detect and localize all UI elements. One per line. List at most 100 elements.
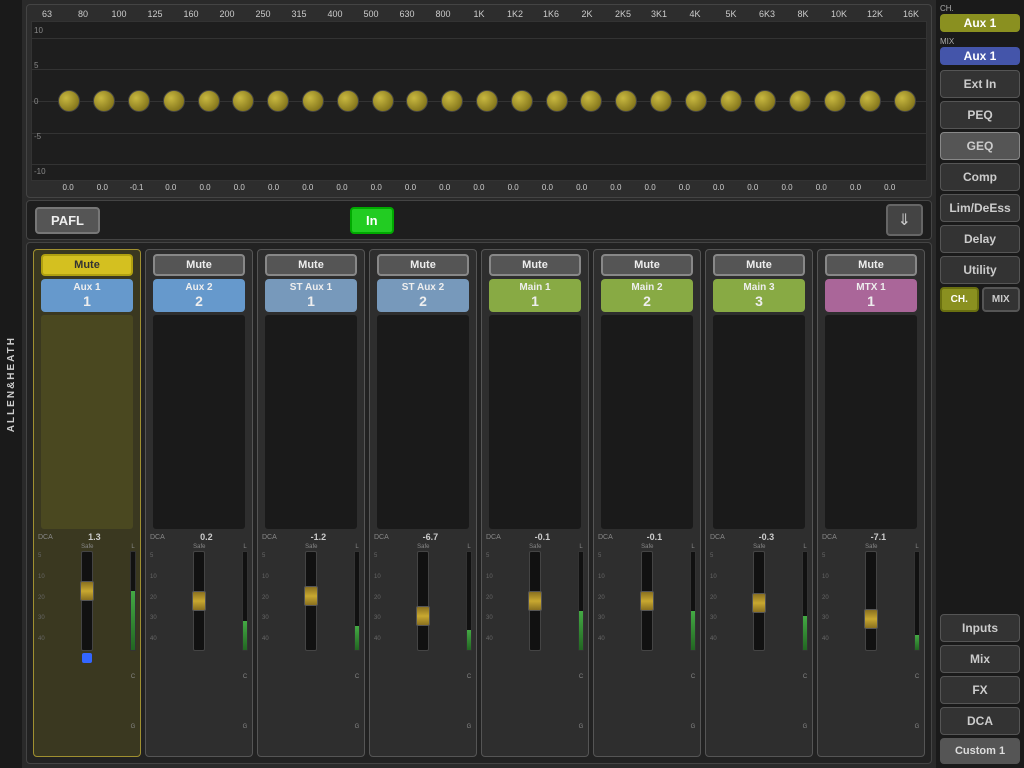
eq-knob-250[interactable] xyxy=(267,90,289,112)
fader-track-aux2[interactable] xyxy=(193,551,205,651)
fader-handle-staux2[interactable] xyxy=(416,606,430,626)
eq-knob-63[interactable] xyxy=(58,90,80,112)
eq-band-3K1[interactable] xyxy=(650,22,672,180)
delay-button[interactable]: Delay xyxy=(940,225,1020,253)
eq-knob-1K[interactable] xyxy=(476,90,498,112)
lim-deess-button[interactable]: Lim/DeEss xyxy=(940,194,1020,222)
fader-section-aux1: DCA1.3510203040SafeLCG xyxy=(36,532,138,752)
eq-band-315[interactable] xyxy=(302,22,324,180)
eq-knob-100[interactable] xyxy=(128,90,150,112)
eq-band-63[interactable] xyxy=(58,22,80,180)
mix-ch-button[interactable]: MIX xyxy=(982,287,1021,312)
mute-button-mtx1[interactable]: Mute xyxy=(825,254,917,276)
fader-track-main2[interactable] xyxy=(641,551,653,651)
eq-knob-630[interactable] xyxy=(406,90,428,112)
eq-knob-125[interactable] xyxy=(163,90,185,112)
eq-knob-2K5[interactable] xyxy=(615,90,637,112)
fader-track-aux1[interactable] xyxy=(81,551,93,651)
inputs-button[interactable]: Inputs xyxy=(940,614,1020,642)
eq-band-2K5[interactable] xyxy=(615,22,637,180)
eq-band-160[interactable] xyxy=(198,22,220,180)
eq-knob-12K[interactable] xyxy=(859,90,881,112)
geq-button[interactable]: GEQ xyxy=(940,132,1020,160)
eq-knob-500[interactable] xyxy=(372,90,394,112)
eq-knob-10K[interactable] xyxy=(824,90,846,112)
ch-badge-value[interactable]: Aux 1 xyxy=(940,14,1020,32)
mute-button-main3[interactable]: Mute xyxy=(713,254,805,276)
fader-track-staux2[interactable] xyxy=(417,551,429,651)
eq-knob-1K2[interactable] xyxy=(511,90,533,112)
eq-band-1K[interactable] xyxy=(476,22,498,180)
fader-handle-main1[interactable] xyxy=(528,591,542,611)
eq-band-100[interactable] xyxy=(128,22,150,180)
eq-knob-3K1[interactable] xyxy=(650,90,672,112)
eq-knob-16K[interactable] xyxy=(894,90,916,112)
eq-knob-5K[interactable] xyxy=(720,90,742,112)
mute-button-aux1[interactable]: Mute xyxy=(41,254,133,276)
eq-knob-315[interactable] xyxy=(302,90,324,112)
fader-track-mtx1[interactable] xyxy=(865,551,877,651)
mute-button-staux2[interactable]: Mute xyxy=(377,254,469,276)
eq-knob-1K6[interactable] xyxy=(546,90,568,112)
eq-band-400[interactable] xyxy=(337,22,359,180)
eq-band-16K[interactable] xyxy=(894,22,916,180)
eq-knob-6K3[interactable] xyxy=(754,90,776,112)
eq-band-125[interactable] xyxy=(163,22,185,180)
in-button[interactable]: In xyxy=(350,207,394,234)
l-meter-label-main1: L xyxy=(579,544,582,550)
fader-track-staux1[interactable] xyxy=(305,551,317,651)
eq-band-4K[interactable] xyxy=(685,22,707,180)
mute-button-main1[interactable]: Mute xyxy=(489,254,581,276)
eq-knob-80[interactable] xyxy=(93,90,115,112)
eq-band-1K6[interactable] xyxy=(546,22,568,180)
eq-knob-200[interactable] xyxy=(232,90,254,112)
utility-button[interactable]: Utility xyxy=(940,256,1020,284)
comp-button[interactable]: Comp xyxy=(940,163,1020,191)
eq-knob-160[interactable] xyxy=(198,90,220,112)
fader-handle-aux2[interactable] xyxy=(192,591,206,611)
eq-knob-8K[interactable] xyxy=(789,90,811,112)
freq-label-200: 200 xyxy=(213,9,241,19)
download-button[interactable]: ⇓ xyxy=(886,204,923,236)
fader-track-main1[interactable] xyxy=(529,551,541,651)
fader-handle-main2[interactable] xyxy=(640,591,654,611)
eq-band-250[interactable] xyxy=(267,22,289,180)
mix-badge-box: MIX Aux 1 xyxy=(940,37,1020,65)
eq-band-80[interactable] xyxy=(93,22,115,180)
eq-band-6K3[interactable] xyxy=(754,22,776,180)
fader-handle-staux1[interactable] xyxy=(304,586,318,606)
eq-band-630[interactable] xyxy=(406,22,428,180)
dca-label-main3: DCA xyxy=(710,534,725,541)
ch-button[interactable]: CH. xyxy=(940,287,979,312)
custom-button[interactable]: Custom 1 xyxy=(940,738,1020,764)
fx-button[interactable]: FX xyxy=(940,676,1020,704)
pafl-button[interactable]: PAFL xyxy=(35,207,100,234)
eq-band-1K2[interactable] xyxy=(511,22,533,180)
eq-band-500[interactable] xyxy=(372,22,394,180)
eq-knob-400[interactable] xyxy=(337,90,359,112)
fader-handle-mtx1[interactable] xyxy=(864,609,878,629)
ext-in-button[interactable]: Ext In xyxy=(940,70,1020,98)
peq-button[interactable]: PEQ xyxy=(940,101,1020,129)
eq-band-800[interactable] xyxy=(441,22,463,180)
eq-band-8K[interactable] xyxy=(789,22,811,180)
fader-handle-main3[interactable] xyxy=(752,593,766,613)
dca-button[interactable]: DCA xyxy=(940,707,1020,735)
mix-nav-button[interactable]: Mix xyxy=(940,645,1020,673)
fader-track-main3[interactable] xyxy=(753,551,765,651)
mix-badge-label: MIX xyxy=(940,37,1020,46)
eq-knob-800[interactable] xyxy=(441,90,463,112)
freq-label-1K6: 1K6 xyxy=(537,9,565,19)
eq-band-5K[interactable] xyxy=(720,22,742,180)
eq-band-10K[interactable] xyxy=(824,22,846,180)
eq-knob-2K[interactable] xyxy=(580,90,602,112)
mute-button-aux2[interactable]: Mute xyxy=(153,254,245,276)
eq-band-2K[interactable] xyxy=(580,22,602,180)
mix-badge-value[interactable]: Aux 1 xyxy=(940,47,1020,65)
eq-knob-4K[interactable] xyxy=(685,90,707,112)
eq-band-12K[interactable] xyxy=(859,22,881,180)
mute-button-main2[interactable]: Mute xyxy=(601,254,693,276)
fader-handle-aux1[interactable] xyxy=(80,581,94,601)
eq-band-200[interactable] xyxy=(232,22,254,180)
mute-button-staux1[interactable]: Mute xyxy=(265,254,357,276)
